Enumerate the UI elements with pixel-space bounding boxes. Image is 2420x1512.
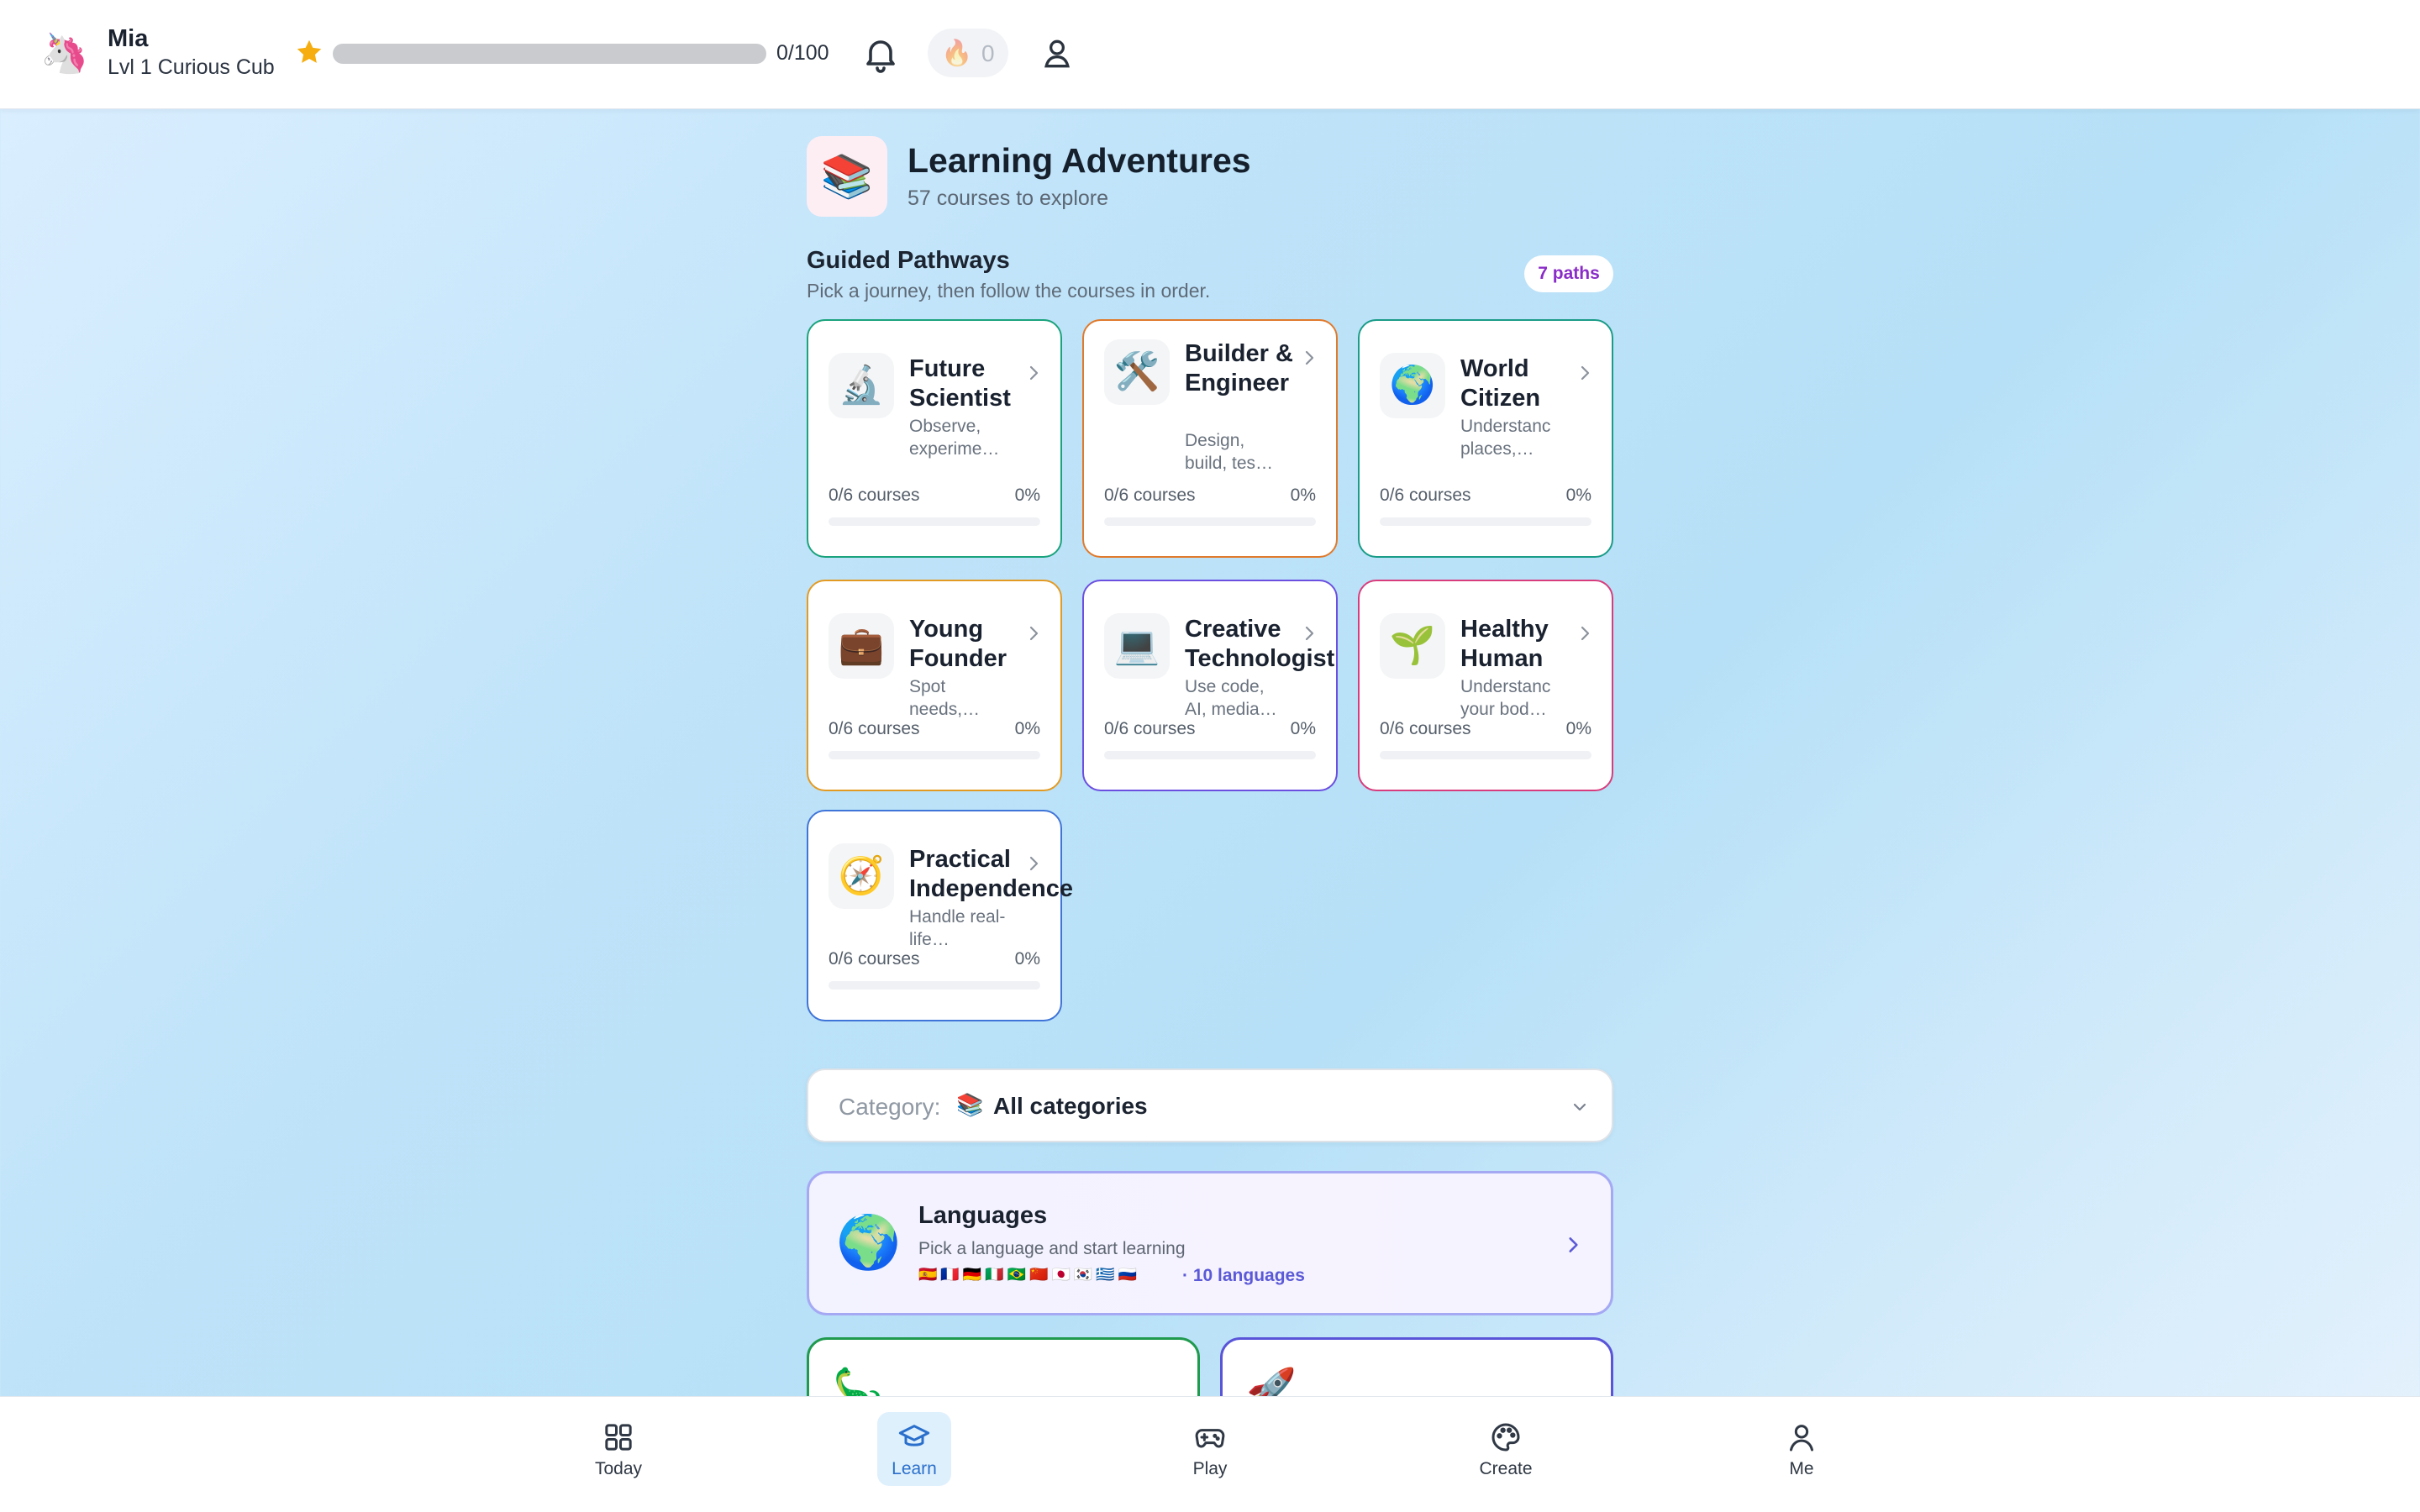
category-select[interactable]: Category: 📚 All categories xyxy=(807,1068,1613,1142)
pathway-progress-bar xyxy=(1104,517,1316,526)
pathway-progress-label: 0/6 courses xyxy=(1380,719,1471,738)
pathway-card-builder-engineer[interactable]: 🛠️ Builder & Engineer Design, build, tes… 0… xyxy=(1082,319,1338,558)
pathway-description: Understanc your bod… xyxy=(1460,677,1551,719)
user-level: Lvl 1 Curious Cub xyxy=(108,55,275,79)
laptop-icon: 💻 xyxy=(1104,613,1170,679)
pathway-description: Understanc places,… xyxy=(1460,417,1551,459)
briefcase-icon: 💼 xyxy=(829,613,894,679)
bell-icon[interactable] xyxy=(860,34,901,74)
page-subtitle: 57 courses to explore xyxy=(908,186,1109,210)
graduation-cap-icon xyxy=(898,1425,930,1446)
pathways-title: Guided Pathways xyxy=(807,247,1010,274)
streak-count: 0 xyxy=(981,40,995,66)
pathway-description: Handle real-life… xyxy=(909,907,1006,949)
pathway-progress-bar xyxy=(1380,517,1591,526)
category-label: Category: xyxy=(839,1094,941,1120)
pathway-progress-label: 0/6 courses xyxy=(829,949,920,969)
page-title: Learning Adventures xyxy=(908,141,1251,180)
pathway-card-future-scientist[interactable]: 🔬 Future Scientist Observe, experime… 0/6 c… xyxy=(807,319,1062,558)
nav-item-learn[interactable]: Learn xyxy=(877,1412,951,1486)
pathway-description: Spot needs,… xyxy=(909,677,981,719)
chevron-right-icon xyxy=(1029,626,1039,641)
pathway-description: Use code, AI, media… xyxy=(1185,677,1277,719)
compass-icon: 🧭 xyxy=(829,843,894,909)
pathway-progress-bar xyxy=(1104,751,1316,759)
nav-label-learn: Learn xyxy=(892,1459,937,1478)
chevron-right-icon xyxy=(1029,365,1039,381)
languages-card[interactable]: 🌍 Languages Pick a language and start le… xyxy=(807,1171,1613,1315)
streak-button[interactable]: 🔥 0 xyxy=(928,29,1008,77)
pathway-progress-label: 0/6 courses xyxy=(829,719,920,738)
pathway-description: Design, build, tes… xyxy=(1185,431,1274,473)
globe-icon: 🌍 xyxy=(836,1214,902,1272)
category-value: All categories xyxy=(993,1093,1148,1119)
pathway-card-practical-independence[interactable]: 🧭 Practical Independence Handle real-life…… xyxy=(807,810,1073,1021)
books-icon: 📚 xyxy=(956,1092,984,1117)
bottom-nav: Today Learn Play Create Me xyxy=(0,1396,2420,1512)
pathway-progress-bar xyxy=(829,981,1040,990)
xp-progress-bar xyxy=(333,44,766,64)
pathway-percent: 0% xyxy=(1290,486,1316,505)
pathway-progress-label: 0/6 courses xyxy=(1104,486,1196,505)
seedling-icon: 🌱 xyxy=(1380,613,1445,679)
star-icon xyxy=(297,39,322,63)
nav-item-me[interactable]: Me xyxy=(1765,1412,1839,1486)
flame-icon: 🔥 xyxy=(941,39,973,67)
nav-item-play[interactable]: Play xyxy=(1173,1412,1247,1486)
language-flags: 🇪🇸🇫🇷🇩🇪🇮🇹🇧🇷🇨🇳🇯🇵🇰🇷🇬🇷🇷🇺 xyxy=(918,1266,1141,1283)
nav-label-me: Me xyxy=(1789,1459,1814,1478)
grid-icon xyxy=(605,1424,632,1451)
chevron-right-icon xyxy=(1305,350,1314,365)
top-bar: 🦄 Mia Lvl 1 Curious Cub 0/100 🔥 0 xyxy=(0,0,2420,109)
chevron-down-icon xyxy=(1573,1103,1586,1111)
nav-item-create[interactable]: Create xyxy=(1469,1412,1543,1486)
pathway-progress-bar xyxy=(829,517,1040,526)
globe-icon: 🌍 xyxy=(1380,353,1445,418)
chevron-right-icon xyxy=(1569,1237,1578,1252)
pathway-card-young-founder[interactable]: 💼 Young Founder Spot needs,… 0/6 courses 0% xyxy=(807,580,1062,791)
chevron-right-icon xyxy=(1305,626,1314,641)
profile-icon[interactable] xyxy=(1039,30,1076,77)
xp-progress-text: 0/100 xyxy=(776,41,829,65)
nav-label-play: Play xyxy=(1192,1459,1228,1478)
pathway-percent: 0% xyxy=(1290,719,1316,738)
pathway-card-creative-technologist[interactable]: 💻 Creative Technologist Use code, AI, medi… xyxy=(1082,580,1338,791)
pathways-subtitle: Pick a journey, then follow the courses … xyxy=(807,280,1211,302)
pathway-description: Observe, experime… xyxy=(909,417,1000,459)
pathway-progress-label: 0/6 courses xyxy=(829,486,920,505)
chevron-right-icon xyxy=(1581,365,1590,381)
languages-title: Languages xyxy=(918,1202,1048,1229)
unicorn-avatar-icon[interactable]: 🦄 xyxy=(40,30,88,76)
pathway-percent: 0% xyxy=(1014,486,1040,505)
palette-icon xyxy=(1491,1423,1520,1452)
nav-item-today[interactable]: Today xyxy=(581,1412,655,1486)
person-icon xyxy=(1790,1425,1813,1452)
pathway-card-healthy-human[interactable]: 🌱 Healthy Human Understanc your bod… 0/6 co… xyxy=(1358,580,1613,791)
pathway-progress-bar xyxy=(829,751,1040,759)
pathway-percent: 0% xyxy=(1565,486,1591,505)
user-name: Mia xyxy=(108,25,149,52)
tools-icon: 🛠️ xyxy=(1104,339,1170,405)
chevron-right-icon xyxy=(1581,626,1590,641)
nav-label-today: Today xyxy=(594,1459,643,1478)
microscope-icon: 🔬 xyxy=(829,353,894,418)
chevron-right-icon xyxy=(1029,856,1039,871)
pathway-progress-label: 0/6 courses xyxy=(1380,486,1471,505)
pathway-percent: 0% xyxy=(1565,719,1591,738)
nav-label-create: Create xyxy=(1479,1459,1533,1478)
pathway-progress-bar xyxy=(1380,751,1591,759)
languages-subtitle: Pick a language and start learning xyxy=(918,1239,1186,1258)
pathway-card-world-citizen[interactable]: 🌍 World Citizen Understanc places,… 0/6 cou… xyxy=(1358,319,1613,558)
pathway-percent: 0% xyxy=(1014,949,1040,969)
languages-count: · 10 languages xyxy=(1182,1266,1305,1285)
paths-count-badge: 7 paths xyxy=(1524,255,1613,292)
pathway-percent: 0% xyxy=(1014,719,1040,738)
gamepad-icon xyxy=(1195,1429,1225,1448)
pathway-progress-label: 0/6 courses xyxy=(1104,719,1196,738)
books-icon: 📚 xyxy=(807,136,887,217)
